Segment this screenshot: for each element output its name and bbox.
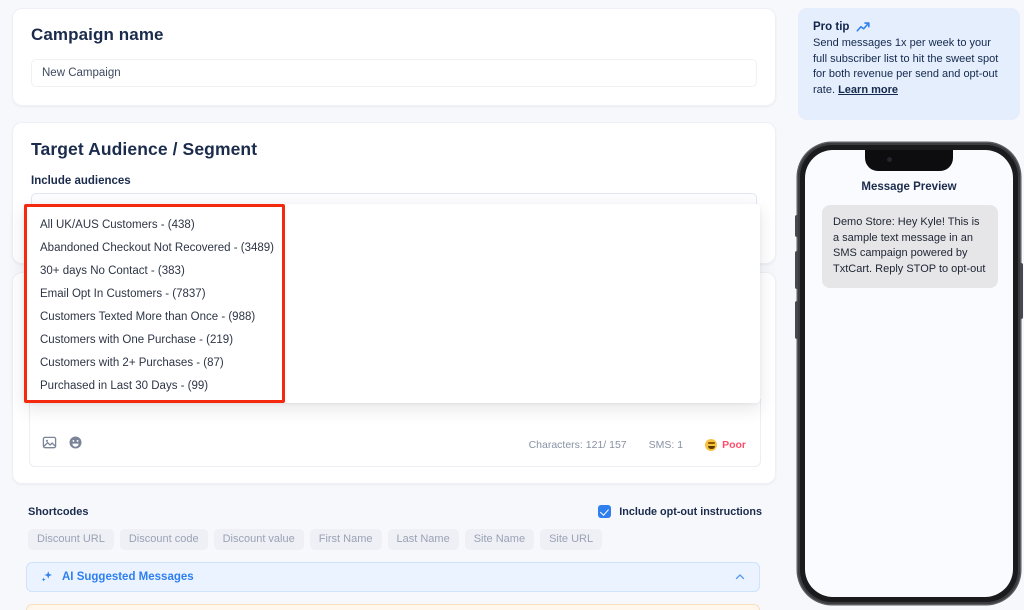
editor-toolbar [42,435,83,450]
quality-label: Poor [722,439,746,451]
pro-tip-card: Pro tip Send messages 1x per week to you… [798,8,1020,120]
phone-volume-down-button [795,301,798,339]
campaign-name-card: Campaign name [12,8,776,106]
learn-more-link[interactable]: Learn more [838,84,898,96]
dropdown-option[interactable]: Customers with One Purchase - (219) [24,329,760,352]
include-audiences-label: Include audiences [31,175,131,187]
grimace-emoji-icon [705,439,718,451]
shortcode-chip[interactable]: Site URL [540,529,603,550]
pro-tip-heading: Pro tip [813,21,850,33]
shortcode-chip[interactable]: First Name [309,529,382,550]
sms-counter: SMS: 1 [648,439,684,451]
shortcodes-title: Shortcodes [28,506,89,518]
shortcode-chip[interactable]: Discount code [119,529,208,550]
ai-suggested-messages-bar[interactable]: AI Suggested Messages [26,562,760,592]
dropdown-option[interactable]: Purchased in Last 30 Days - (99) [24,375,760,398]
pro-tip-heading-row: Pro tip [813,21,1005,33]
phone-power-button [1020,263,1023,319]
shortcode-chip[interactable]: Site Name [464,529,535,550]
front-camera-icon [887,157,892,162]
campaign-editor-page: Campaign name Target Audience / Segment … [0,0,1024,610]
dropdown-option[interactable]: 30+ days No Contact - (383) [24,260,760,283]
image-icon[interactable] [42,435,57,450]
shortcode-chip[interactable]: Discount value [213,529,304,550]
include-audiences-dropdown[interactable]: All UK/AUS Customers - (438) Abandoned C… [24,204,760,403]
campaign-name-title: Campaign name [31,25,164,44]
chevron-up-icon[interactable] [734,571,746,583]
phone-preview-frame: Message Preview Demo Store: Hey Kyle! Th… [795,143,1023,604]
ai-suggested-messages-label: AI Suggested Messages [62,571,194,583]
quality-indicator: Poor [705,439,746,451]
message-preview-bubble: Demo Store: Hey Kyle! This is a sample t… [822,205,998,288]
notice-banner-partial [26,604,760,610]
trend-up-icon [856,21,871,33]
shortcode-chip-list: Discount URL Discount code Discount valu… [28,529,603,550]
optout-toggle[interactable]: Include opt-out instructions [598,505,762,518]
optout-label: Include opt-out instructions [619,505,762,518]
shortcode-chip[interactable]: Last Name [387,529,459,550]
message-preview-title: Message Preview [861,181,957,193]
emoji-icon[interactable] [68,435,83,450]
phone-volume-up-button [795,251,798,289]
dropdown-option[interactable]: Customers with 2+ Purchases - (87) [24,352,760,375]
character-counter: Characters: 121/ 157 [528,439,627,451]
message-counter-row: Characters: 121/ 157 SMS: 1 Poor [529,439,746,451]
dropdown-option[interactable]: Abandoned Checkout Not Recovered - (3489… [24,237,760,260]
target-audience-title: Target Audience / Segment [31,139,258,159]
phone-notch [865,150,953,171]
dropdown-option[interactable]: Customers Texted More than Once - (988) [24,306,760,329]
phone-screen: Message Preview Demo Store: Hey Kyle! Th… [805,150,1013,597]
campaign-name-input[interactable] [31,59,757,87]
dropdown-option[interactable]: All UK/AUS Customers - (438) [24,214,760,237]
shortcode-chip[interactable]: Discount URL [28,529,114,550]
message-editor[interactable]: Characters: 121/ 157 SMS: 1 Poor [29,399,761,467]
sparkle-icon [40,570,54,584]
pro-tip-body: Send messages 1x per week to your full s… [813,36,1005,98]
optout-checkbox[interactable] [598,505,612,518]
phone-mute-switch [795,215,798,237]
dropdown-option[interactable]: Email Opt In Customers - (7837) [24,283,760,306]
